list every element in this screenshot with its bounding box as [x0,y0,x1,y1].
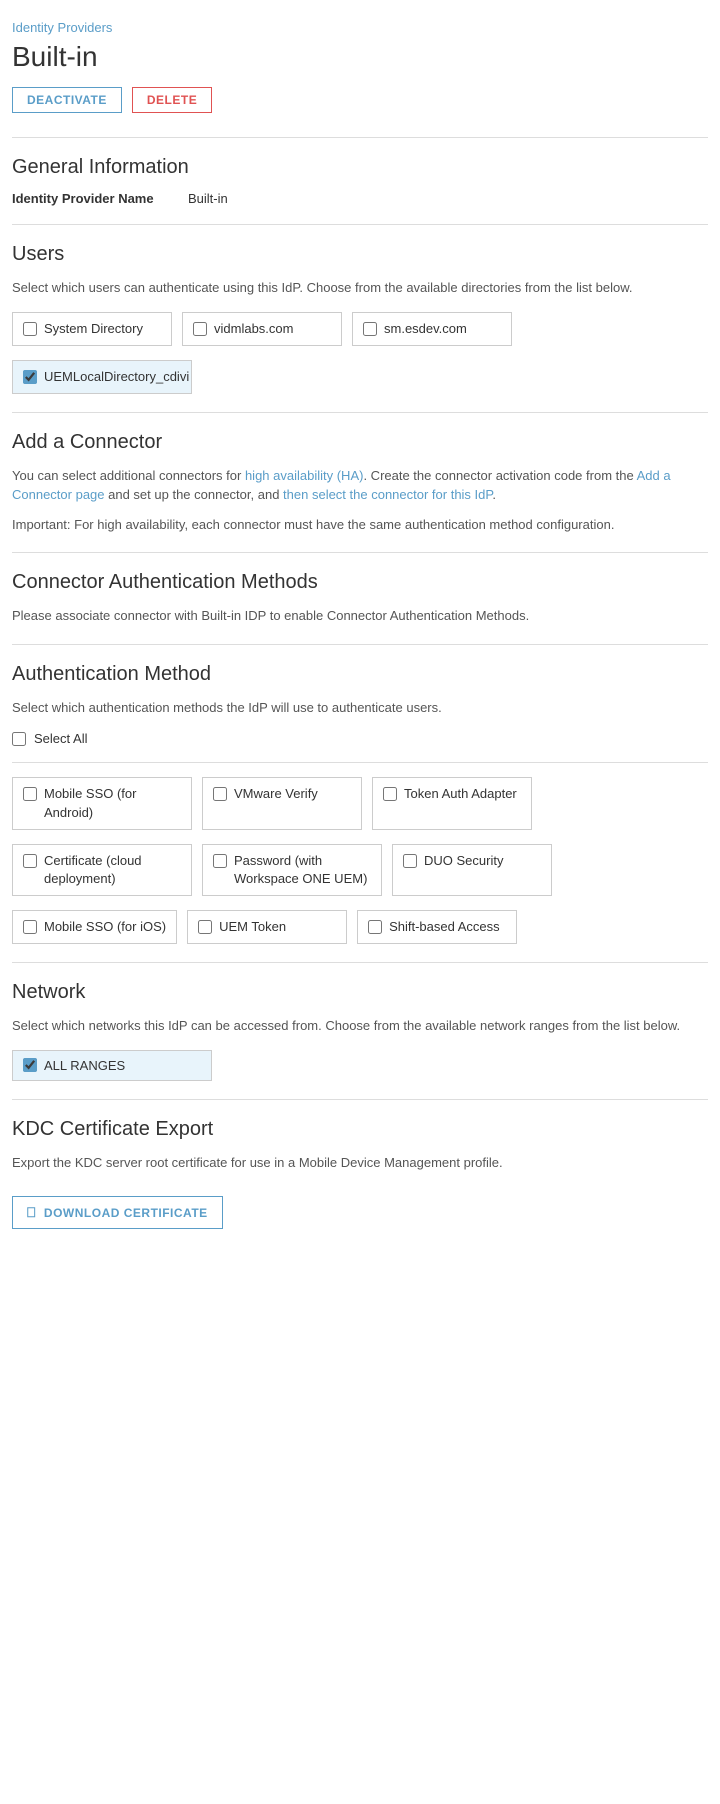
users-title: Users [12,243,708,266]
delete-button[interactable]: DELETE [132,87,212,113]
divider-2 [12,224,708,225]
auth-label-cert-cloud: Certificate (cloud deployment) [44,852,181,888]
select-all-row: Select All [12,731,708,746]
directory-label-system: System Directory [44,320,143,338]
divider-5 [12,644,708,645]
divider-auth-inner [12,762,708,763]
auth-item-password-ws1[interactable]: Password (with Workspace ONE UEM) [202,844,382,896]
auth-checkbox-mobile-sso-ios[interactable] [23,920,37,934]
general-information-section: General Information Identity Provider Na… [12,156,708,206]
auth-item-shift-based[interactable]: Shift-based Access [357,910,517,944]
auth-label-token-auth: Token Auth Adapter [404,785,517,803]
kdc-title: KDC Certificate Export [12,1118,708,1141]
directory-label-smesdev: sm.esdev.com [384,320,467,338]
auth-checkbox-password-ws1[interactable] [213,854,227,868]
directory-checkbox-uemlocal[interactable] [23,370,37,384]
auth-label-duo-security: DUO Security [424,852,503,870]
idp-name-row: Identity Provider Name Built-in [12,191,708,206]
page-title: Built-in [12,41,708,73]
auth-label-shift-based: Shift-based Access [389,918,500,936]
auth-method-section: Authentication Method Select which authe… [12,663,708,944]
divider-1 [12,137,708,138]
auth-item-mobile-sso-android[interactable]: Mobile SSO (for Android) [12,777,192,829]
auth-methods-row2: Certificate (cloud deployment) Password … [12,844,708,896]
auth-method-desc: Select which authentication methods the … [12,698,708,718]
network-desc: Select which networks this IdP can be ac… [12,1016,708,1036]
select-all-checkbox[interactable] [12,732,26,746]
idp-name-label: Identity Provider Name [12,191,172,206]
ha-link[interactable]: high availability (HA) [245,468,364,483]
network-ranges-list: ALL RANGES [12,1050,708,1081]
auth-checkbox-mobile-sso-android[interactable] [23,787,37,801]
auth-checkbox-shift-based[interactable] [368,920,382,934]
users-description: Select which users can authenticate usin… [12,278,708,298]
divider-7 [12,1099,708,1100]
action-buttons: DEACTIVATE DELETE [12,87,708,113]
auth-item-duo-security[interactable]: DUO Security [392,844,552,896]
auth-method-title: Authentication Method [12,663,708,686]
auth-label-password-ws1: Password (with Workspace ONE UEM) [234,852,371,888]
network-range-all[interactable]: ALL RANGES [12,1050,212,1081]
auth-item-uem-token[interactable]: UEM Token [187,910,347,944]
auth-checkbox-uem-token[interactable] [198,920,212,934]
add-connector-desc1: You can select additional connectors for… [12,466,708,505]
directory-list-row2: UEMLocalDirectory_cdivi [12,360,708,394]
auth-checkbox-vmware-verify[interactable] [213,787,227,801]
directory-label-uemlocal: UEMLocalDirectory_cdivi [44,368,189,386]
divider-4 [12,552,708,553]
auth-label-uem-token: UEM Token [219,918,286,936]
auth-item-mobile-sso-ios[interactable]: Mobile SSO (for iOS) [12,910,177,944]
directory-checkbox-vidmlabs[interactable] [193,322,207,336]
auth-checkbox-token-auth[interactable] [383,787,397,801]
directory-checkbox-smesdev[interactable] [363,322,377,336]
auth-label-mobile-sso-ios: Mobile SSO (for iOS) [44,918,166,936]
network-range-label: ALL RANGES [44,1058,125,1073]
auth-checkbox-duo-security[interactable] [403,854,417,868]
breadcrumb-label: Identity Providers [12,20,112,35]
connector-auth-desc: Please associate connector with Built-in… [12,606,708,626]
auth-label-mobile-sso-android: Mobile SSO (for Android) [44,785,181,821]
network-section: Network Select which networks this IdP c… [12,981,708,1081]
download-button-label: DOWNLOAD CERTIFICATE [44,1206,208,1220]
network-checkbox-all-ranges[interactable] [23,1058,37,1072]
auth-checkbox-cert-cloud[interactable] [23,854,37,868]
download-icon: ⎕ [27,1204,36,1221]
directory-item-vidmlabs[interactable]: vidmlabs.com [182,312,342,346]
idp-name-value: Built-in [188,191,228,206]
directory-item-uemlocal[interactable]: UEMLocalDirectory_cdivi [12,360,192,394]
auth-label-vmware-verify: VMware Verify [234,785,318,803]
directory-item-system[interactable]: System Directory [12,312,172,346]
directory-list: System Directory vidmlabs.com sm.esdev.c… [12,312,708,346]
auth-item-vmware-verify[interactable]: VMware Verify [202,777,362,829]
kdc-section: KDC Certificate Export Export the KDC se… [12,1118,708,1230]
divider-6 [12,962,708,963]
add-connector-section: Add a Connector You can select additiona… [12,431,708,535]
add-connector-title: Add a Connector [12,431,708,454]
connector-auth-section: Connector Authentication Methods Please … [12,571,708,626]
directory-checkbox-system[interactable] [23,322,37,336]
breadcrumb[interactable]: Identity Providers [12,20,708,35]
add-connector-desc2: Important: For high availability, each c… [12,515,708,535]
auth-methods-row1: Mobile SSO (for Android) VMware Verify T… [12,777,708,829]
directory-item-smesdev[interactable]: sm.esdev.com [352,312,512,346]
divider-3 [12,412,708,413]
connector-auth-title: Connector Authentication Methods [12,571,708,594]
select-all-label: Select All [34,731,87,746]
auth-methods-row3: Mobile SSO (for iOS) UEM Token Shift-bas… [12,910,708,944]
deactivate-button[interactable]: DEACTIVATE [12,87,122,113]
download-certificate-button[interactable]: ⎕ DOWNLOAD CERTIFICATE [12,1196,223,1229]
auth-item-token-auth[interactable]: Token Auth Adapter [372,777,532,829]
directory-label-vidmlabs: vidmlabs.com [214,320,293,338]
kdc-desc: Export the KDC server root certificate f… [12,1153,708,1173]
general-info-title: General Information [12,156,708,179]
network-title: Network [12,981,708,1004]
users-section: Users Select which users can authenticat… [12,243,708,394]
auth-item-cert-cloud[interactable]: Certificate (cloud deployment) [12,844,192,896]
